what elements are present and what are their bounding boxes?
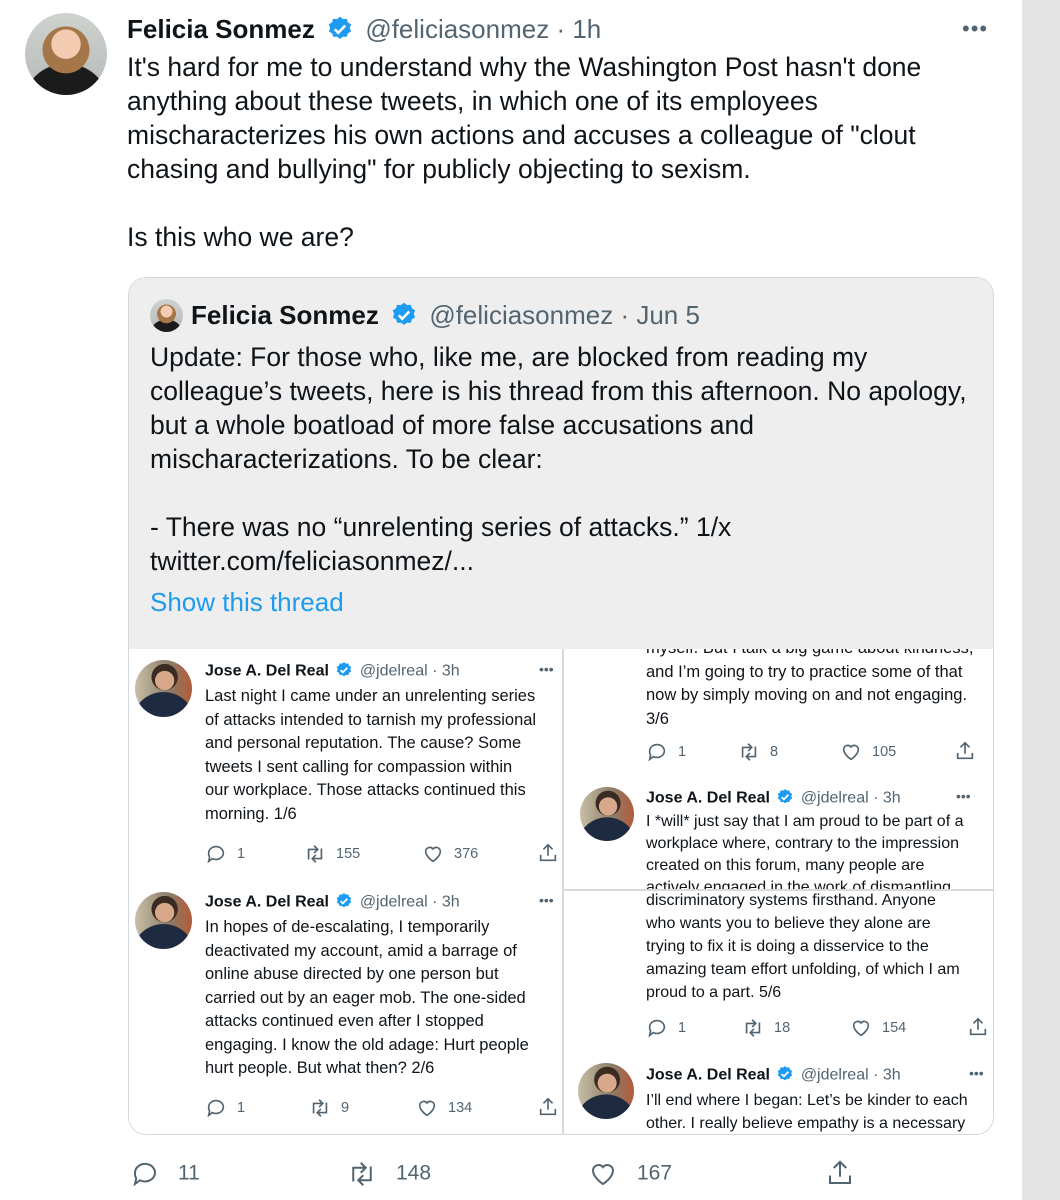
- like-button[interactable]: 167: [587, 1159, 672, 1189]
- thread-screenshot-right-top: myself. But I talk a big game about kind…: [564, 649, 993, 889]
- verified-badge-icon: [337, 893, 352, 908]
- show-thread-link[interactable]: Show this thread: [150, 587, 344, 618]
- screenshot-reply-count: 1: [646, 741, 686, 763]
- retweet-icon: [312, 1099, 328, 1117]
- jose-avatar: [580, 787, 634, 841]
- quoted-author-avatar: [150, 299, 183, 332]
- retweet-icon: [352, 1162, 372, 1186]
- screenshot-tweet-header: Jose A. Del Real @jdelreal · 3h: [205, 892, 460, 913]
- screenshot-author-name: Jose A. Del Real: [646, 1066, 770, 1084]
- screenshot-tweet-text: Last night I came under an unrelenting s…: [205, 687, 537, 823]
- reply-icon: [133, 1162, 156, 1187]
- retweet-icon: [741, 743, 757, 761]
- quoted-author-name: Felicia Sonmez: [191, 300, 379, 330]
- tweet-panel: Felicia Sonmez @feliciasonmez · 1h ••• I…: [0, 0, 1022, 1200]
- screenshot-tweet-text: I’ll end where I began: Let’s be kinder …: [646, 1092, 968, 1132]
- jose-avatar: [135, 892, 192, 949]
- screenshot-author-handle: @jdelreal: [800, 1066, 869, 1084]
- reply-icon: [648, 743, 666, 762]
- screenshot-author-name: Jose A. Del Real: [205, 893, 329, 911]
- reply-count: 11: [178, 1161, 200, 1185]
- screenshot-tweet-text: myself. But I talk a big game about kind…: [646, 649, 973, 728]
- screenshot-author-name: Jose A. Del Real: [646, 789, 770, 807]
- screenshot-tweet-header: Jose A. Del Real @jdelreal · 3h: [646, 1065, 901, 1086]
- quoted-author-handle: @feliciasonmez: [429, 300, 614, 330]
- heart-icon: [842, 744, 860, 761]
- screenshot-like-count: 105: [840, 741, 896, 763]
- screenshot-share-icon: [539, 843, 557, 862]
- screenshot-tweet-header: Jose A. Del Real @jdelreal · 3h: [646, 788, 901, 809]
- thread-screenshot-right-bottom: discriminatory systems firsthand. Anyone…: [564, 891, 993, 1134]
- screenshot-retweet-count: 8: [738, 741, 778, 763]
- screenshot-share-icon: [969, 1017, 987, 1036]
- heart-icon: [418, 1100, 436, 1117]
- screenshot-like-count: 154: [850, 1017, 906, 1039]
- screenshot-retweet-count: 18: [742, 1017, 790, 1039]
- screenshot-reply-count: 1: [205, 1097, 245, 1119]
- screenshot-tweet-header: Jose A. Del Real @jdelreal · 3h: [205, 661, 460, 682]
- quoted-tweet-header: Felicia Sonmez @feliciasonmez · Jun 5: [191, 300, 700, 333]
- author-handle[interactable]: @feliciasonmez: [365, 14, 549, 44]
- screenshot-share-icon: [956, 741, 974, 760]
- screenshot-more-icon: •••: [539, 892, 554, 908]
- screenshot-retweet-count: 155: [304, 843, 360, 865]
- screenshot-like-count: 134: [416, 1097, 472, 1119]
- screenshot-reply-count: 1: [205, 843, 245, 865]
- retweet-icon: [307, 845, 323, 863]
- screenshot-more-icon: •••: [539, 661, 554, 677]
- screenshot-timestamp: · 3h: [873, 1066, 901, 1084]
- screenshot-author-handle: @jdelreal: [800, 789, 869, 807]
- tweet-timestamp[interactable]: · 1h: [556, 14, 601, 44]
- like-count: 167: [637, 1161, 673, 1185]
- screenshot-author-handle: @jdelreal: [359, 893, 428, 911]
- heart-icon: [424, 846, 442, 863]
- retweet-icon: [745, 1019, 761, 1037]
- quoted-tweet-body: Felicia Sonmez @feliciasonmez · Jun 5 Up…: [129, 278, 993, 649]
- retweet-count: 148: [396, 1161, 432, 1185]
- screenshot-author-name: Jose A. Del Real: [205, 662, 329, 680]
- jose-avatar: [578, 1063, 634, 1119]
- tweet-header: Felicia Sonmez @feliciasonmez · 1h: [127, 14, 601, 47]
- tweet-text: It's hard for me to understand why the W…: [127, 52, 922, 252]
- screenshot-more-icon: •••: [956, 788, 971, 804]
- screenshot-timestamp: · 3h: [432, 893, 460, 911]
- reply-button[interactable]: 11: [130, 1159, 200, 1189]
- reply-icon: [648, 1019, 666, 1038]
- page-scrollbar[interactable]: [1022, 0, 1060, 1200]
- more-options-icon[interactable]: •••: [962, 16, 988, 42]
- share-icon[interactable]: [825, 1158, 855, 1188]
- retweet-button[interactable]: 148: [346, 1159, 431, 1189]
- screenshot-retweet-count: 9: [309, 1097, 349, 1119]
- verified-badge-icon: [778, 789, 793, 804]
- quoted-tweet-timestamp: · Jun 5: [620, 300, 700, 330]
- verified-badge-icon: [392, 302, 416, 326]
- screenshot-more-icon: •••: [969, 1065, 984, 1081]
- author-name[interactable]: Felicia Sonmez: [127, 14, 315, 44]
- screenshot-author-handle: @jdelreal: [359, 662, 428, 680]
- screenshot-tweet-text: discriminatory systems firsthand. Anyone…: [646, 892, 960, 1001]
- quoted-tweet-text: Update: For those who, like me, are bloc…: [150, 342, 967, 576]
- verified-badge-icon: [778, 1066, 793, 1081]
- verified-badge-icon: [337, 662, 352, 677]
- verified-badge-icon: [328, 16, 352, 40]
- reply-icon: [207, 1099, 225, 1118]
- heart-icon: [591, 1164, 615, 1186]
- screenshot-like-count: 376: [422, 843, 478, 865]
- jose-avatar: [135, 660, 192, 717]
- quoted-tweet[interactable]: Felicia Sonmez @feliciasonmez · Jun 5 Up…: [128, 277, 994, 1135]
- screenshot-timestamp: · 3h: [873, 789, 901, 807]
- screenshot-tweet-text: In hopes of de-escalating, I temporarily…: [205, 918, 529, 1077]
- screenshot-timestamp: · 3h: [432, 662, 460, 680]
- thread-screenshot-left: Jose A. Del Real @jdelreal · 3h ••• Last…: [129, 649, 562, 1134]
- heart-icon: [852, 1020, 870, 1037]
- reply-icon: [207, 845, 225, 864]
- author-avatar[interactable]: [25, 13, 107, 95]
- screenshot-share-icon: [539, 1097, 557, 1116]
- screenshot-reply-count: 1: [646, 1017, 686, 1039]
- screenshot-tweet-text: I *will* just say that I am proud to be …: [646, 813, 964, 889]
